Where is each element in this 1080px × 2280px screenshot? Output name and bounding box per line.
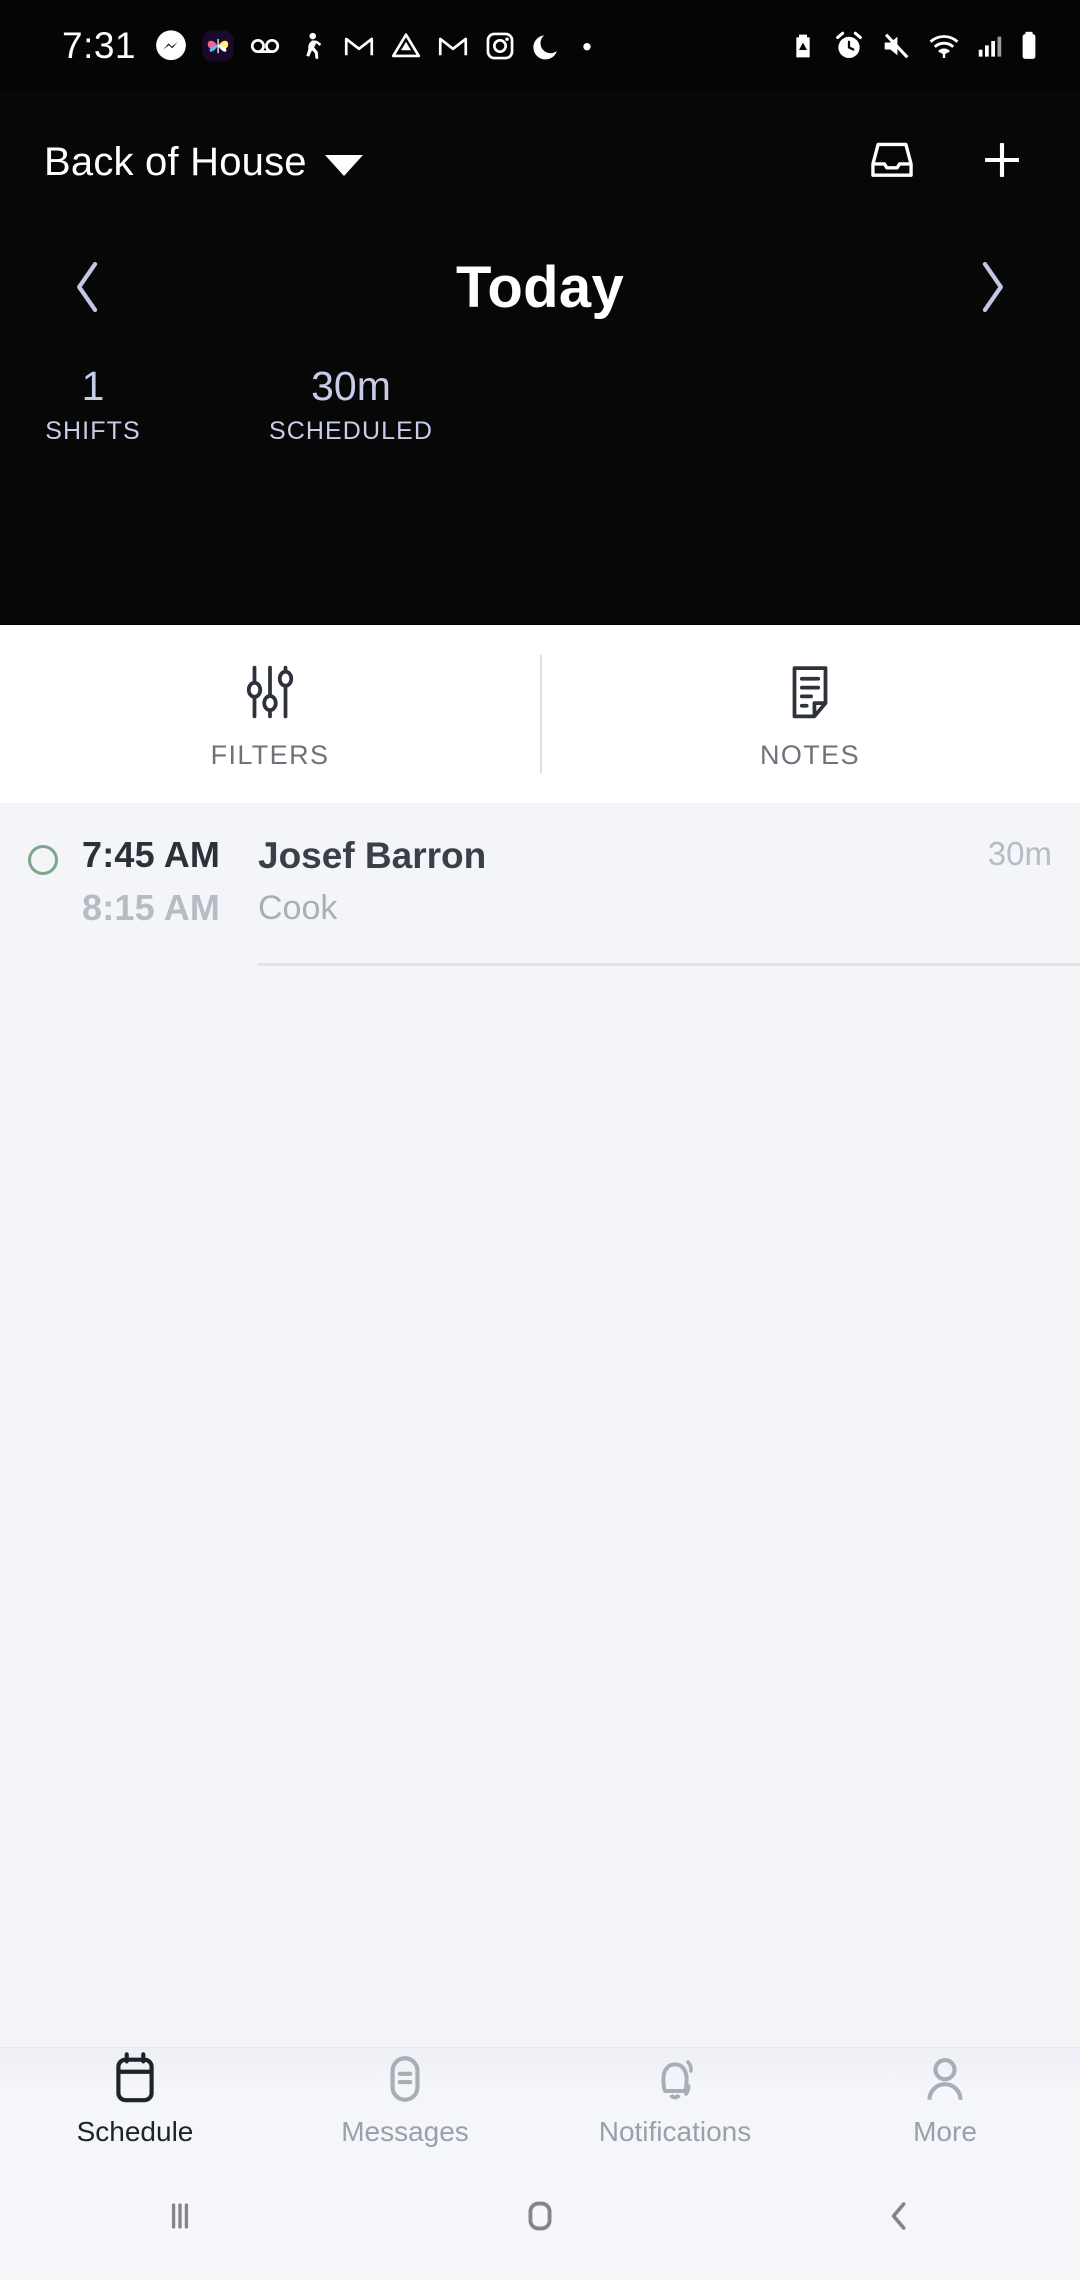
tab-notes[interactable]: NOTES [540,658,1080,771]
nav-item-messages[interactable]: Messages [270,2048,540,2148]
stat-shifts: 1 SHIFTS [0,363,186,446]
shift-start-time: 7:45 AM [82,833,232,877]
butterfly-app-icon [201,29,235,63]
home-icon[interactable] [360,2193,720,2239]
wifi-icon [926,29,962,63]
shift-status-circle-icon [28,845,58,875]
org-selector-dropdown[interactable]: Back of House [44,140,363,185]
phone-screen: 7:31 [0,0,1080,2280]
list-item-divider [258,963,1080,966]
voicemail-icon [248,29,282,63]
status-bar-clock: 7:31 [62,25,136,67]
stat-scheduled-label: SCHEDULED [186,417,516,446]
shift-list: 7:45 AM 8:15 AM Josef Barron Cook 30m [0,803,1080,2047]
nav-item-schedule[interactable]: Schedule [0,2048,270,2148]
do-not-disturb-moon-icon [530,29,564,63]
shift-details: Josef Barron Cook 30m [258,833,1080,966]
cellular-signal-icon [975,29,1005,63]
shift-employee-name: Josef Barron [258,833,1080,878]
volume-muted-icon [879,29,913,63]
chat-bubble-icon [380,2048,430,2110]
tab-notes-label: NOTES [760,740,860,771]
gmail-icon [342,29,376,63]
tab-filters-label: FILTERS [211,740,330,771]
back-icon[interactable] [720,2194,1080,2238]
fitness-icon [295,29,329,63]
dot-icon [577,29,597,63]
chevron-down-icon [325,155,363,176]
tab-filters[interactable]: FILTERS [0,658,540,771]
nav-item-schedule-label: Schedule [77,2116,194,2148]
shift-times: 7:45 AM 8:15 AM [82,833,232,930]
bottom-navigation-bar: Schedule Messages Notific [0,2047,1080,2152]
nav-item-more-label: More [913,2116,977,2148]
stat-shifts-label: SHIFTS [0,417,186,446]
calendar-icon [110,2048,160,2110]
previous-day-button[interactable] [52,249,124,325]
header-actions [866,134,1028,191]
nav-item-notifications[interactable]: Notifications [540,2048,810,2148]
messenger-icon [154,29,188,63]
drive-icon [389,29,423,63]
add-button[interactable] [976,134,1028,191]
header-stats: 1 SHIFTS 30m SCHEDULED [0,363,1080,446]
shift-role: Cook [258,888,1080,929]
status-bar: 7:31 [0,0,1080,92]
person-icon [920,2048,970,2110]
recents-icon[interactable] [0,2194,360,2238]
battery-saver-icon [787,29,819,63]
org-name-label: Back of House [44,140,307,185]
stat-scheduled: 30m SCHEDULED [186,363,516,446]
shift-end-time: 8:15 AM [82,886,232,930]
nav-item-messages-label: Messages [341,2116,469,2148]
next-day-button[interactable] [956,249,1028,325]
list-item[interactable]: 7:45 AM 8:15 AM Josef Barron Cook 30m [0,803,1080,966]
page-title: Today [456,254,624,321]
date-navigation: Today [0,249,1080,325]
bell-ringing-icon [649,2048,701,2110]
status-bar-notification-icons [154,29,597,63]
note-document-icon [782,658,838,726]
sliders-icon [241,658,299,726]
stat-scheduled-value: 30m [186,363,516,410]
app-header: Back of House [0,92,1080,625]
instagram-icon [483,29,517,63]
filter-notes-tab-bar: FILTERS NOTES [0,625,1080,803]
android-system-navigation [0,2152,1080,2280]
stat-shifts-value: 1 [0,363,186,410]
alarm-icon [832,29,866,63]
battery-icon [1018,29,1040,63]
inbox-tray-button[interactable] [866,134,918,191]
gmail-icon-2 [436,29,470,63]
shift-duration: 30m [988,835,1052,873]
tab-divider [540,655,542,773]
nav-item-more[interactable]: More [810,2048,1080,2148]
nav-item-notifications-label: Notifications [599,2116,752,2148]
header-top-row: Back of House [0,92,1080,191]
status-bar-system-icons [787,29,1040,63]
